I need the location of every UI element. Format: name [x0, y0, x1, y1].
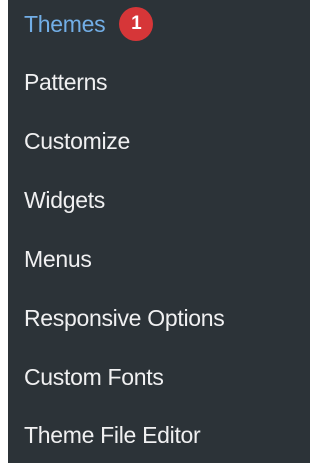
submenu-item-label: Widgets — [24, 186, 105, 213]
submenu-item-themes[interactable]: Themes 1 — [24, 4, 154, 44]
submenu-item-theme-file-editor[interactable]: Theme File Editor — [24, 415, 201, 455]
submenu-item-responsive-options[interactable]: Responsive Options — [24, 298, 225, 338]
submenu-item-label: Theme File Editor — [24, 421, 201, 448]
submenu-item-customize[interactable]: Customize — [24, 121, 130, 161]
submenu-item-label: Menus — [24, 245, 92, 272]
submenu-item-label: Themes — [24, 10, 106, 37]
submenu-item-label: Patterns — [24, 68, 108, 95]
submenu-item-custom-fonts[interactable]: Custom Fonts — [24, 357, 164, 397]
submenu-item-menus[interactable]: Menus — [24, 239, 92, 279]
submenu-item-label: Custom Fonts — [24, 363, 164, 390]
submenu-item-patterns[interactable]: Patterns — [24, 62, 108, 102]
appearance-submenu: Themes 1 Patterns Customize Widgets Menu… — [8, 0, 310, 463]
submenu-item-label: Responsive Options — [24, 304, 225, 331]
submenu-item-widgets[interactable]: Widgets — [24, 180, 105, 220]
update-count-badge: 1 — [119, 7, 154, 41]
submenu-item-label: Customize — [24, 127, 130, 154]
